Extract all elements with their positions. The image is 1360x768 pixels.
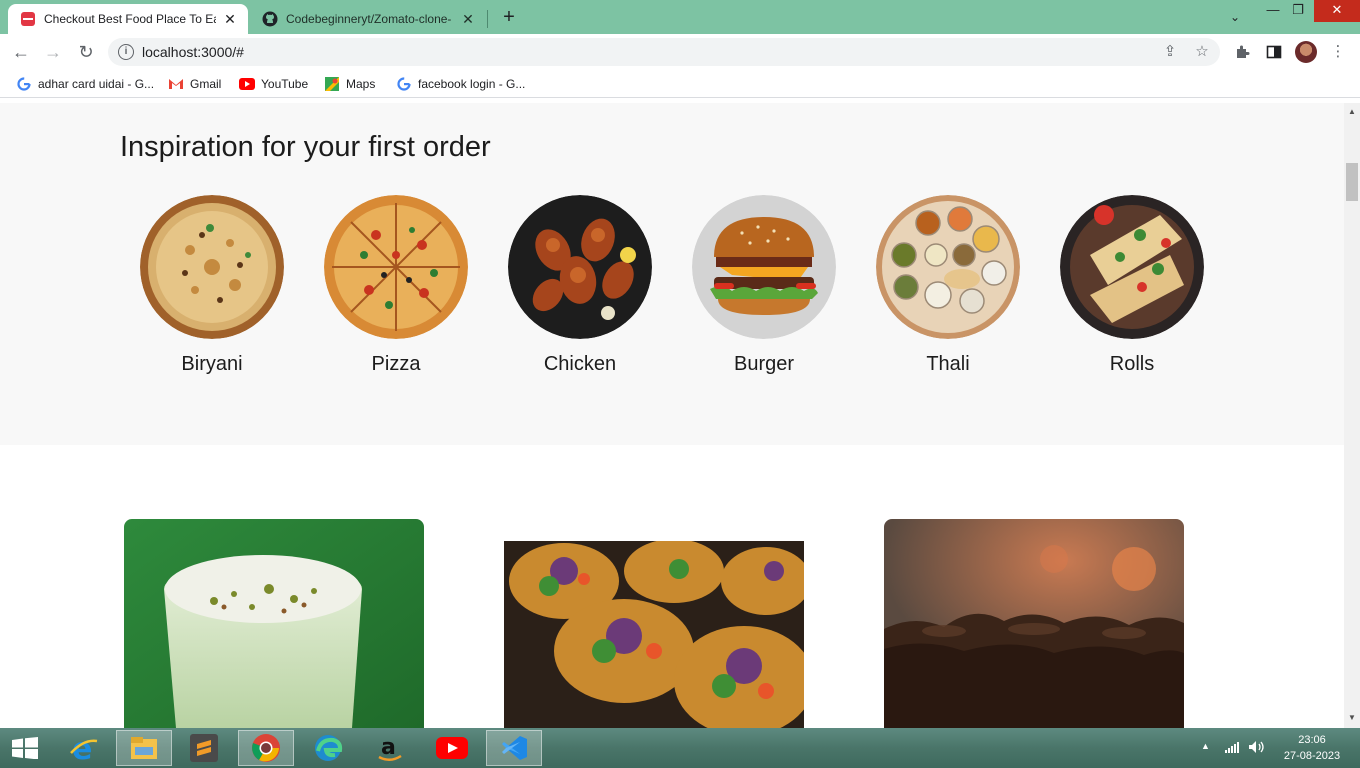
clock-time[interactable]: 23:06	[1280, 734, 1344, 746]
youtube-app-icon[interactable]	[424, 730, 480, 766]
chocolate-cake-card-image[interactable]	[884, 519, 1184, 728]
chrome-icon[interactable]	[238, 730, 294, 766]
thali-image[interactable]	[876, 195, 1020, 339]
close-tab-icon[interactable]: ✕	[460, 11, 476, 27]
lassi-card-image[interactable]	[124, 519, 424, 728]
back-arrow-icon[interactable]: ←	[9, 40, 33, 64]
show-hidden-icons-chevron[interactable]: ▲	[1201, 741, 1210, 751]
google-icon	[16, 76, 32, 92]
browser-tab-strip: Checkout Best Food Place To Eat ✕ Codebe…	[0, 0, 1360, 34]
reload-icon[interactable]: ↻	[74, 40, 98, 64]
bookmark-maps[interactable]: Maps	[324, 76, 375, 92]
burger-image[interactable]	[692, 195, 836, 339]
start-button[interactable]	[0, 730, 50, 766]
food-label: Chicken	[543, 353, 617, 375]
clock-date[interactable]: 27-08-2023	[1280, 750, 1344, 762]
google-icon	[396, 76, 412, 92]
bookmark-facebook-login[interactable]: facebook login - G...	[396, 76, 525, 92]
tab-separator	[487, 10, 488, 28]
bookmark-adhar-card[interactable]: adhar card uidai - G...	[16, 76, 154, 92]
edge-icon[interactable]	[300, 730, 356, 766]
amazon-icon[interactable]: a	[362, 730, 418, 766]
volume-speaker-icon[interactable]	[1248, 740, 1266, 759]
site-info-icon[interactable]: i	[118, 44, 134, 60]
tab-github-repo[interactable]: Codebeginneryt/Zomato-clone- ✕	[250, 4, 486, 34]
food-label: Burger	[733, 353, 795, 375]
bookmark-gmail[interactable]: Gmail	[168, 76, 221, 92]
url-text[interactable]: localhost:3000/#	[142, 44, 244, 60]
forward-arrow-icon[interactable]: →	[41, 40, 65, 64]
bookmark-label: Maps	[346, 77, 376, 91]
close-tab-icon[interactable]: ✕	[222, 11, 238, 27]
pani-puri-card-image[interactable]	[504, 541, 804, 728]
chicken-image[interactable]	[508, 195, 652, 339]
scroll-up-arrow-icon[interactable]: ▲	[1348, 107, 1356, 116]
sublime-text-icon[interactable]	[176, 730, 232, 766]
close-window-button[interactable]: ✕	[1314, 0, 1360, 22]
bookmark-label: YouTube	[261, 77, 309, 91]
section-title: Inspiration for your first order	[120, 131, 491, 163]
biryani-image[interactable]	[140, 195, 284, 339]
inspiration-section: Inspiration for your first order Biryani	[0, 103, 1344, 445]
network-signal-icon[interactable]	[1225, 740, 1241, 759]
restore-window-button[interactable]: ❐	[1283, 0, 1313, 22]
page-viewport: Inspiration for your first order Biryani	[0, 103, 1344, 728]
food-item-rolls[interactable]: Rolls	[1060, 195, 1204, 376]
tab-title: Codebeginneryt/Zomato-clone-	[286, 12, 452, 26]
internet-explorer-icon[interactable]: e	[56, 730, 112, 766]
github-icon	[262, 11, 278, 27]
food-label: Rolls	[1109, 353, 1155, 375]
food-item-burger[interactable]: Burger	[692, 195, 836, 376]
maps-icon	[324, 76, 340, 92]
more-menu-icon[interactable]: ⋮	[1327, 41, 1349, 63]
bookmark-label: adhar card uidai - G...	[38, 77, 155, 91]
gmail-icon	[168, 76, 184, 92]
tab-search-chevron-icon[interactable]: ⌄	[1224, 7, 1246, 27]
vscode-icon[interactable]	[486, 730, 542, 766]
svg-text:a: a	[381, 735, 396, 760]
bookmark-label: facebook login - G...	[418, 77, 526, 91]
side-panel-icon[interactable]	[1263, 41, 1285, 63]
bookmarks-bar: adhar card uidai - G... Gmail YouTube Ma…	[0, 70, 1360, 98]
windows-taskbar: e a ▲ 23:06 27-08-2023	[0, 728, 1360, 768]
bookmark-youtube[interactable]: YouTube	[239, 76, 308, 92]
bookmark-label: Gmail	[190, 77, 222, 91]
new-tab-button[interactable]: +	[498, 6, 520, 28]
address-bar[interactable]: i localhost:3000/# ⇪ ☆	[108, 38, 1220, 66]
food-item-chicken[interactable]: Chicken	[508, 195, 652, 376]
profile-avatar[interactable]	[1295, 41, 1317, 63]
tab-title: Checkout Best Food Place To Eat	[44, 12, 216, 26]
youtube-icon	[239, 76, 255, 92]
extensions-puzzle-icon[interactable]	[1231, 41, 1253, 63]
browser-toolbar: ← → ↻ i localhost:3000/# ⇪ ☆ ⋮	[0, 34, 1360, 70]
food-item-biryani[interactable]: Biryani	[140, 195, 284, 376]
bookmark-star-icon[interactable]: ☆	[1192, 42, 1212, 62]
scrollbar-thumb[interactable]	[1346, 163, 1358, 201]
food-item-pizza[interactable]: Pizza	[324, 195, 468, 376]
zomato-favicon-icon	[20, 11, 36, 27]
food-label: Thali	[926, 353, 970, 375]
vertical-scrollbar[interactable]: ▲ ▼	[1344, 103, 1360, 728]
pizza-image[interactable]	[324, 195, 468, 339]
file-explorer-icon[interactable]	[116, 730, 172, 766]
rolls-image[interactable]	[1060, 195, 1204, 339]
scroll-down-arrow-icon[interactable]: ▼	[1348, 713, 1356, 722]
windows-logo-icon	[12, 737, 38, 759]
food-item-thali[interactable]: Thali	[876, 195, 1020, 376]
tab-checkout-food[interactable]: Checkout Best Food Place To Eat ✕	[8, 4, 248, 34]
food-label: Pizza	[371, 353, 421, 375]
share-icon[interactable]: ⇪	[1160, 42, 1180, 62]
food-label: Biryani	[181, 353, 243, 375]
